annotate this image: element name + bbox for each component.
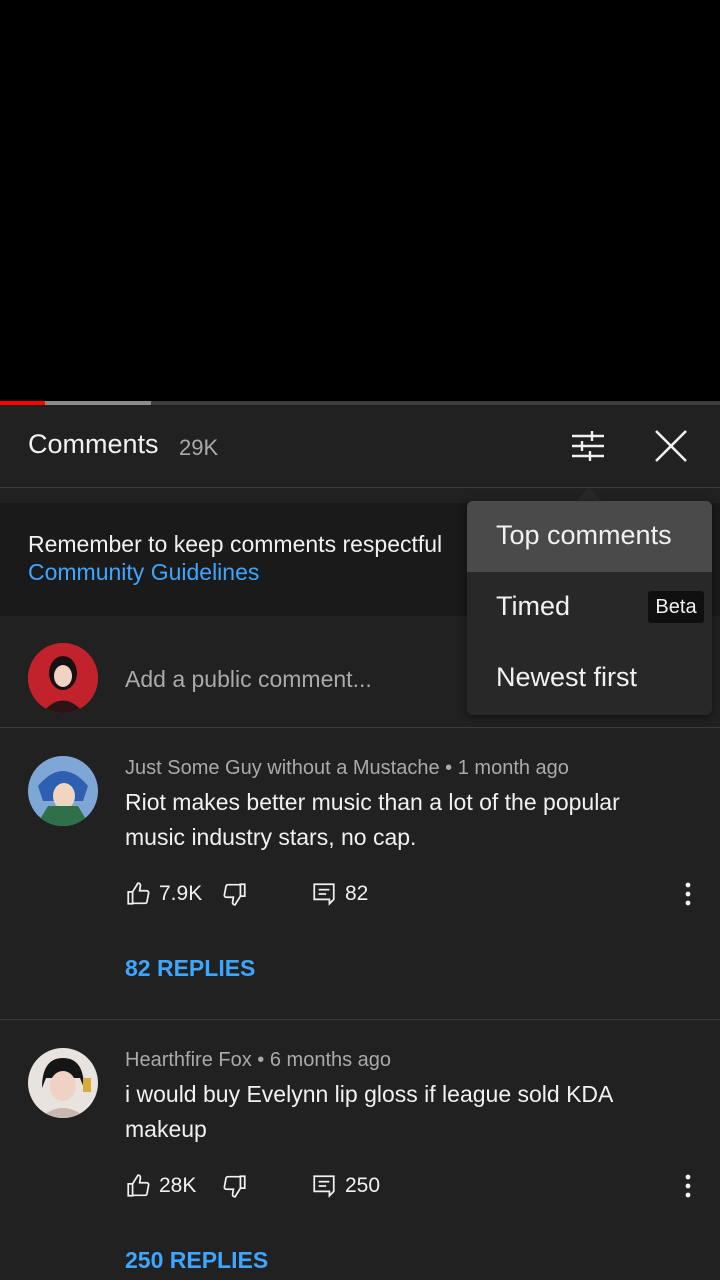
like-count: 7.9K bbox=[159, 882, 203, 905]
community-guidelines-link[interactable]: Community Guidelines bbox=[28, 559, 259, 586]
video-player[interactable] bbox=[0, 0, 720, 402]
sort-menu-pointer bbox=[575, 488, 603, 502]
comment-icon bbox=[313, 883, 335, 906]
sort-option-label: Newest first bbox=[496, 662, 638, 692]
comment-meta: Hearthfire Fox • 6 months ago bbox=[125, 1049, 391, 1072]
meta-separator: • bbox=[257, 1049, 265, 1071]
like-button[interactable]: 7.9K bbox=[125, 877, 202, 911]
meta-separator: • bbox=[445, 757, 453, 779]
reply-button[interactable]: 82 bbox=[311, 877, 368, 911]
sort-option-label: Timed bbox=[496, 591, 571, 621]
more-vertical-icon bbox=[685, 882, 691, 906]
thumbs-down-icon bbox=[223, 1175, 246, 1198]
close-comments-button[interactable] bbox=[648, 425, 694, 469]
sort-filter-button[interactable] bbox=[565, 425, 611, 469]
like-count: 28K bbox=[159, 1174, 197, 1197]
comment-author-avatar[interactable] bbox=[28, 756, 98, 826]
comments-title: Comments bbox=[28, 429, 159, 459]
dislike-button[interactable] bbox=[222, 877, 248, 911]
comment-time: 6 months ago bbox=[269, 1049, 392, 1071]
view-replies-link[interactable]: 250 REPLIES bbox=[125, 1247, 268, 1274]
comment-text: i would buy Evelynn lip gloss if league … bbox=[125, 1081, 613, 1142]
thumbs-up-icon bbox=[127, 1174, 150, 1197]
notice-text: Remember to keep comments respectful bbox=[28, 531, 443, 557]
like-button[interactable]: 28K bbox=[125, 1169, 196, 1203]
thumbs-down-icon bbox=[223, 883, 246, 906]
sort-menu: Top comments Timed Beta Newest first bbox=[467, 501, 712, 715]
comment-author[interactable]: Hearthfire Fox bbox=[125, 1049, 252, 1071]
add-comment-input[interactable]: Add a public comment... bbox=[125, 666, 372, 693]
view-replies-link[interactable]: 82 REPLIES bbox=[125, 955, 255, 982]
comments-count: 29K bbox=[179, 435, 219, 460]
reply-button[interactable]: 250 bbox=[311, 1169, 380, 1203]
comment-more-button[interactable] bbox=[678, 1169, 698, 1203]
more-vertical-icon bbox=[685, 1174, 691, 1198]
comment-time: 1 month ago bbox=[457, 757, 569, 779]
comment-text: Riot makes better music than a lot of th… bbox=[125, 789, 620, 850]
comment-meta: Just Some Guy without a Mustache • 1 mon… bbox=[125, 757, 569, 780]
comments-header: Comments 29K bbox=[0, 405, 720, 488]
sort-filter-icon bbox=[572, 431, 604, 461]
thumbs-up-icon bbox=[127, 882, 150, 905]
beta-badge: Beta bbox=[648, 591, 704, 623]
comment-icon bbox=[313, 1175, 335, 1198]
comment-more-button[interactable] bbox=[678, 877, 698, 911]
reply-count: 250 bbox=[345, 1174, 381, 1197]
comment-actions: 28K 250 bbox=[125, 1169, 705, 1203]
comment-item: Just Some Guy without a Mustache • 1 mon… bbox=[0, 729, 720, 1020]
user-avatar bbox=[28, 643, 98, 713]
comment-item: Hearthfire Fox • 6 months ago i would bu… bbox=[0, 1021, 720, 1280]
comment-author-avatar[interactable] bbox=[28, 1048, 98, 1118]
dislike-button[interactable] bbox=[222, 1169, 248, 1203]
close-icon bbox=[655, 430, 687, 462]
sort-option-top-comments[interactable]: Top comments bbox=[467, 501, 712, 572]
sort-option-label: Top comments bbox=[496, 520, 672, 550]
comment-actions: 7.9K 82 bbox=[125, 877, 705, 911]
sort-option-newest-first[interactable]: Newest first bbox=[467, 643, 712, 714]
reply-count: 82 bbox=[345, 882, 369, 905]
comment-author[interactable]: Just Some Guy without a Mustache bbox=[125, 757, 440, 779]
